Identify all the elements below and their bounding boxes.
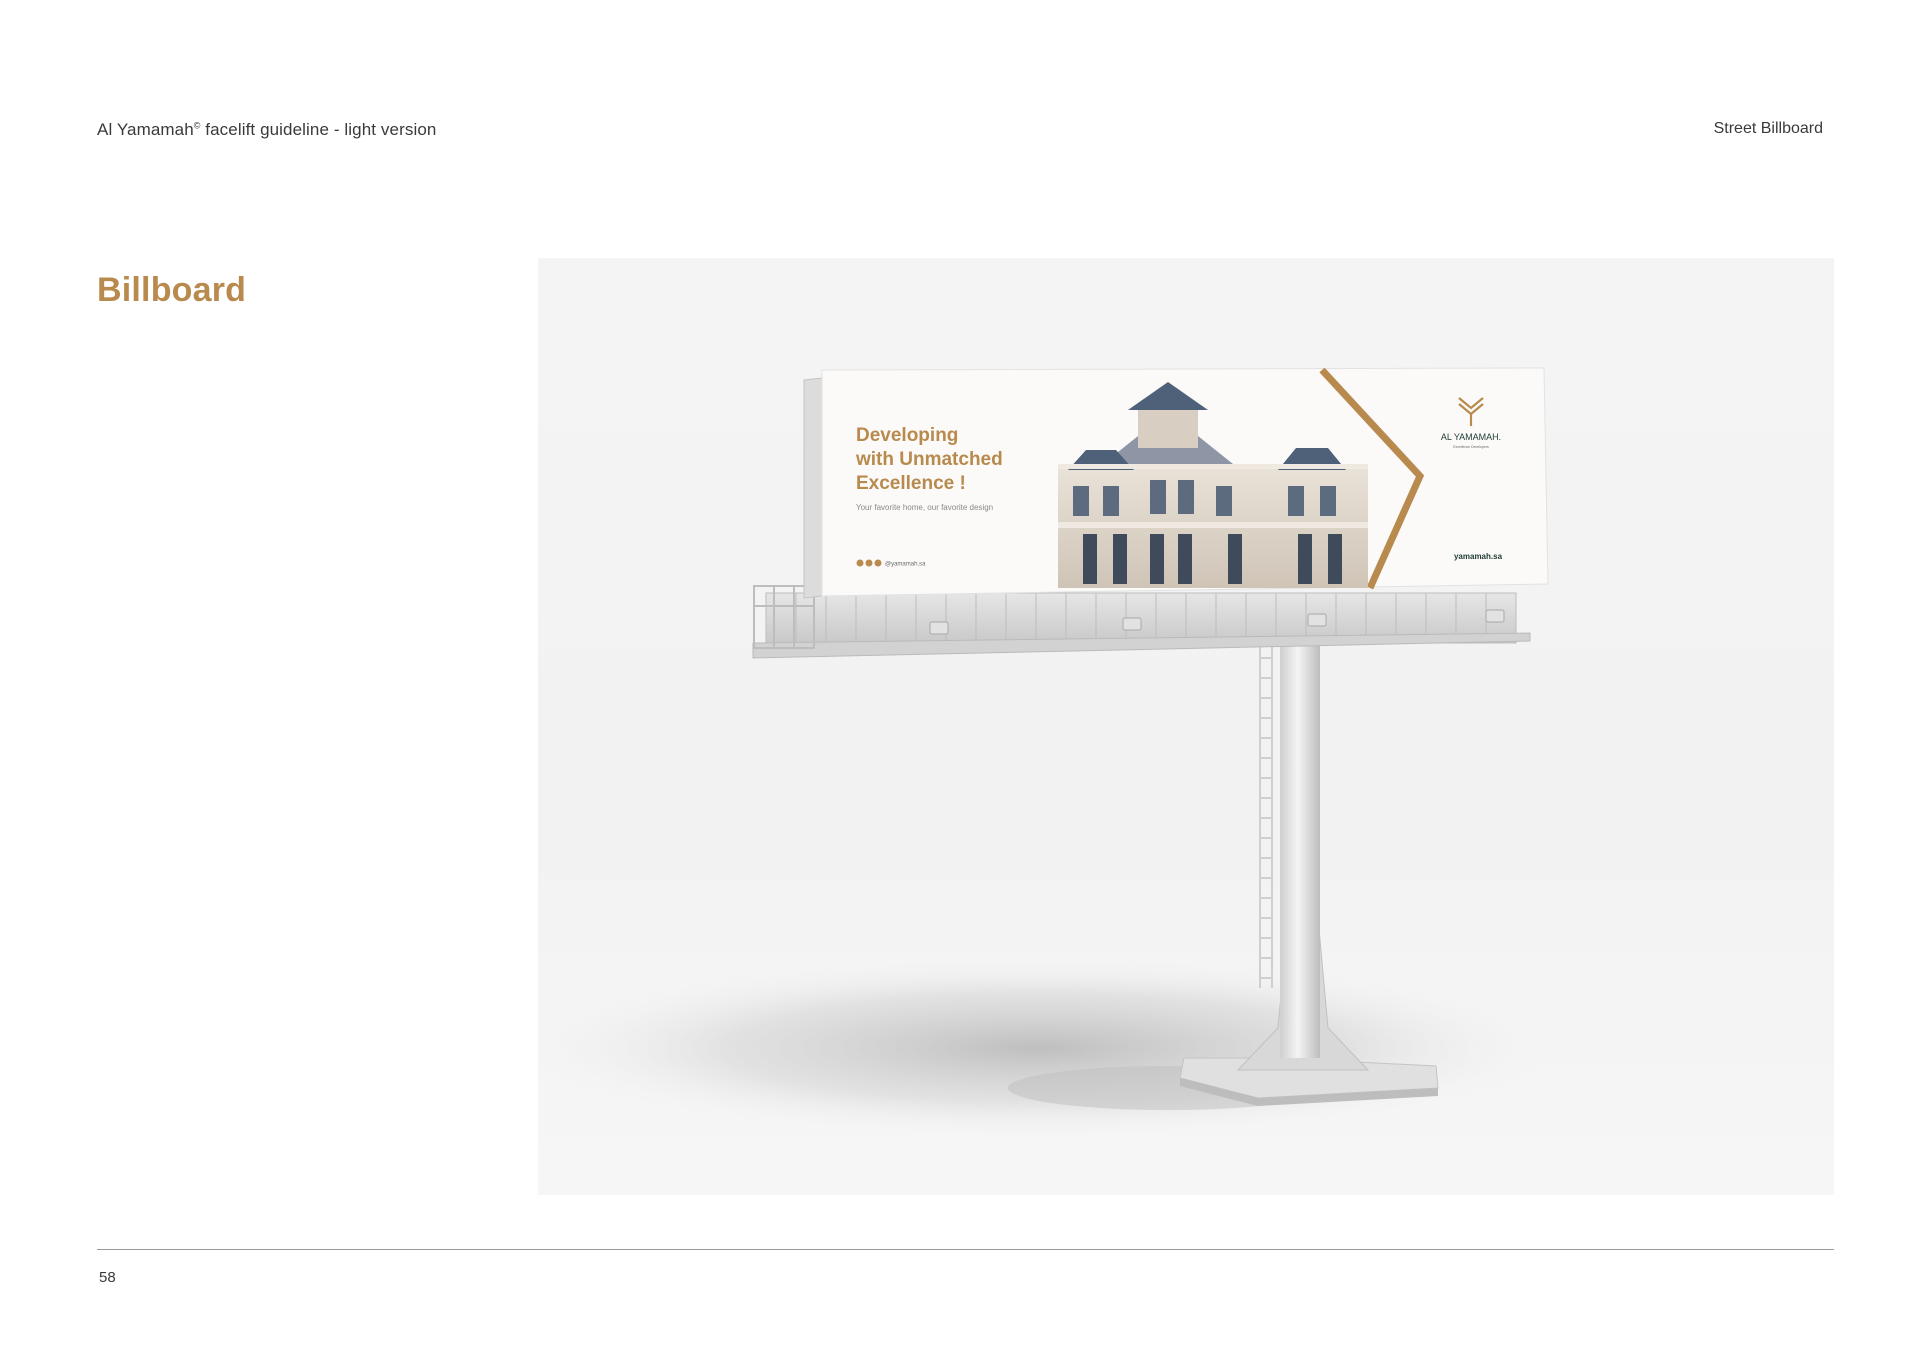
social-handle: @yamamah.sa (885, 562, 926, 568)
ground-shadow (538, 958, 1558, 1138)
billboard-website: yamamah.sa (1454, 552, 1503, 561)
service-ladder (1259, 643, 1273, 988)
social-icons (856, 559, 882, 567)
brand-name-text: Al Yamamah (97, 120, 194, 139)
page-number: 58 (99, 1269, 116, 1286)
billboard-headline-1: Developing (856, 425, 958, 446)
brand-logo-subtitle: Excellence Developers (1453, 445, 1489, 449)
billboard-tagline: Your favorite home, our favorite design (856, 503, 993, 512)
facebook-icon (856, 559, 864, 567)
document-subtitle: facelift guideline - light version (200, 120, 437, 139)
twitter-icon (874, 559, 882, 567)
instagram-icon (865, 559, 873, 567)
billboard-mockup-image: Developing with Unmatched Excellence ! Y… (538, 258, 1834, 1195)
brand-logo-name: AL YAMAMAH. (1441, 432, 1501, 442)
footer-divider (97, 1249, 1834, 1250)
page-title: Billboard (97, 271, 247, 309)
billboard-headline-2: with Unmatched (855, 449, 1003, 470)
billboard-headline-3: Excellence ! (856, 473, 966, 494)
section-label: Street Billboard (1713, 120, 1823, 137)
support-pole (1280, 638, 1320, 1058)
document-title: Al Yamamah© facelift guideline - light v… (97, 120, 436, 140)
